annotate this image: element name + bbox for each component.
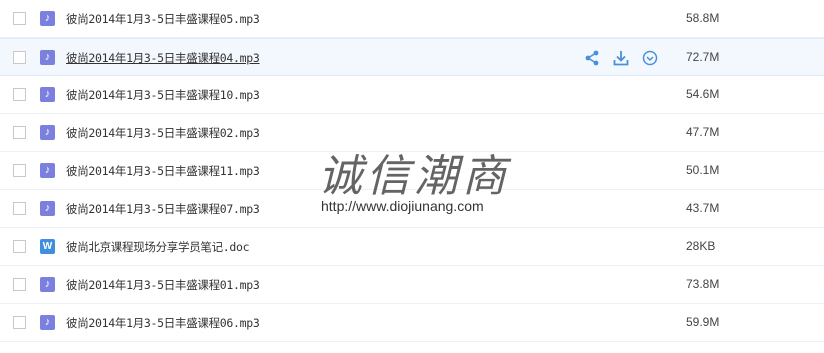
row-checkbox[interactable] <box>13 240 26 253</box>
file-name-link[interactable]: 彼尚2014年1月3-5日丰盛课程05.mp3 <box>66 11 260 27</box>
file-name-link[interactable]: 彼尚2014年1月3-5日丰盛课程02.mp3 <box>66 125 260 141</box>
file-row[interactable]: W 彼尚北京课程现场分享学员笔记.doc 28KB <box>0 228 824 266</box>
file-size: 47.7M <box>686 125 720 139</box>
file-name-link[interactable]: 彼尚2014年1月3-5日丰盛课程04.mp3 <box>66 50 260 66</box>
file-name-link[interactable]: 彼尚2014年1月3-5日丰盛课程06.mp3 <box>66 315 260 331</box>
music-file-icon: ♪ <box>40 201 55 216</box>
file-size: 50.1M <box>686 163 720 177</box>
file-size: 59.9M <box>686 315 720 329</box>
download-icon[interactable] <box>612 49 630 67</box>
music-file-icon: ♪ <box>40 87 55 102</box>
music-file-icon: ♪ <box>40 315 55 330</box>
row-checkbox[interactable] <box>13 51 26 64</box>
file-size: 58.8M <box>686 11 720 25</box>
music-file-icon: ♪ <box>40 11 55 26</box>
file-name-link[interactable]: 彼尚2014年1月3-5日丰盛课程10.mp3 <box>66 87 260 103</box>
watermark-url: http://www.diojiunang.com <box>321 198 484 214</box>
file-row[interactable]: ♪ 彼尚2014年1月3-5日丰盛课程05.mp3 58.8M <box>0 0 824 38</box>
row-checkbox[interactable] <box>13 126 26 139</box>
file-size: 43.7M <box>686 201 720 215</box>
music-file-icon: ♪ <box>40 163 55 178</box>
file-name-link[interactable]: 彼尚北京课程现场分享学员笔记.doc <box>66 239 250 255</box>
music-file-icon: ♪ <box>40 50 55 65</box>
file-name-link[interactable]: 彼尚2014年1月3-5日丰盛课程07.mp3 <box>66 201 260 217</box>
word-doc-icon: W <box>40 239 55 254</box>
row-checkbox[interactable] <box>13 278 26 291</box>
file-name-link[interactable]: 彼尚2014年1月3-5日丰盛课程11.mp3 <box>66 163 260 179</box>
watermark-logo: 诚信潮商 <box>318 151 510 202</box>
music-file-icon: ♪ <box>40 277 55 292</box>
file-row[interactable]: ♪ 彼尚2014年1月3-5日丰盛课程01.mp3 73.8M <box>0 266 824 304</box>
file-size: 73.8M <box>686 277 720 291</box>
share-icon[interactable] <box>583 49 601 67</box>
row-checkbox[interactable] <box>13 12 26 25</box>
row-checkbox[interactable] <box>13 164 26 177</box>
file-size: 54.6M <box>686 87 720 101</box>
file-row[interactable]: ♪ 彼尚2014年1月3-5日丰盛课程06.mp3 59.9M <box>0 304 824 342</box>
file-row[interactable]: ♪ 彼尚2014年1月3-5日丰盛课程10.mp3 54.6M <box>0 76 824 114</box>
file-size: 72.7M <box>686 50 720 64</box>
file-row[interactable]: ♪ 彼尚2014年1月3-5日丰盛课程04.mp3 72.7M <box>0 38 824 76</box>
row-checkbox[interactable] <box>13 316 26 329</box>
more-icon[interactable] <box>641 49 659 67</box>
file-size: 28KB <box>686 239 716 253</box>
row-checkbox[interactable] <box>13 88 26 101</box>
file-name-link[interactable]: 彼尚2014年1月3-5日丰盛课程01.mp3 <box>66 277 260 293</box>
row-checkbox[interactable] <box>13 202 26 215</box>
music-file-icon: ♪ <box>40 125 55 140</box>
